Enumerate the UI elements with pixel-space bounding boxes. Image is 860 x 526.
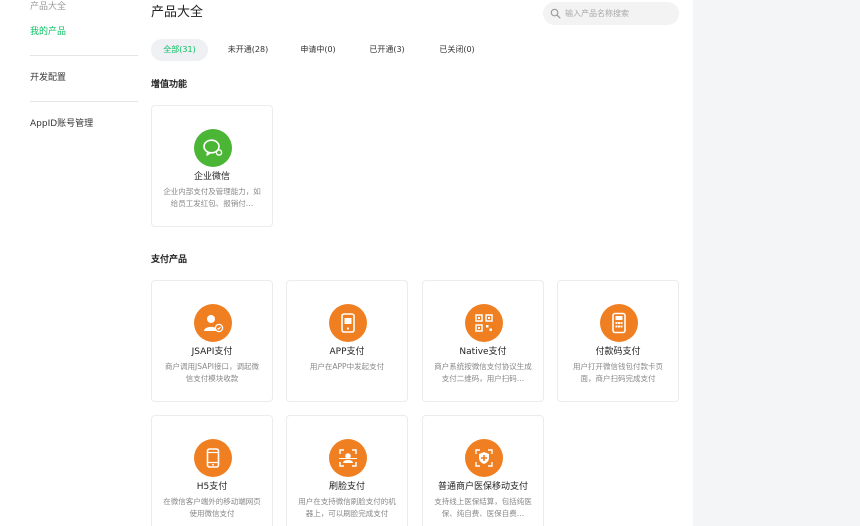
product-card-desc: 用户在APP中发起支付 [309, 362, 385, 371]
search-box[interactable] [543, 2, 679, 25]
medical-shield-icon [465, 439, 503, 477]
tab-closed[interactable]: 已关闭(0) [432, 39, 482, 61]
page-background [693, 0, 860, 526]
product-card-jsapi[interactable]: JSAPI支付 商户调用JSAPI接口，调起微信支付模块收款 [151, 280, 273, 402]
product-card-app[interactable]: APP支付 用户在APP中发起支付 [286, 280, 408, 402]
wecom-icon [194, 129, 232, 167]
tab-not-activated[interactable]: 未开通(28) [220, 39, 276, 61]
product-card-desc: 在微信客户端外的移动端网页使用微信支付 [163, 497, 261, 518]
product-card-name: Native支付 [459, 347, 507, 357]
search-input[interactable] [565, 9, 665, 18]
sidebar-divider [30, 101, 138, 102]
app-pay-icon [329, 304, 367, 342]
sidebar-divider [30, 55, 138, 56]
product-card-name: 普通商户医保移动支付 [437, 482, 528, 492]
tab-applying[interactable]: 申请中(0) [293, 39, 343, 61]
product-card-wecom[interactable]: 企业微信 企业内部支付及管理能力，如给员工发红包、报销付… [151, 105, 273, 227]
product-card-name: H5支付 [196, 482, 228, 492]
section-title-payment: 支付产品 [151, 255, 188, 265]
sidebar-item-appid-management[interactable]: AppID账号管理 [30, 118, 93, 130]
sidebar-item-product-catalog[interactable]: 产品大全 [30, 1, 66, 13]
product-card-desc: 用户打开微信钱包付款卡页面，商户扫码完成支付 [573, 362, 663, 383]
tab-all[interactable]: 全部(31) [151, 39, 208, 61]
section-title-value-added: 增值功能 [151, 80, 188, 90]
page-title: 产品大全 [151, 5, 204, 20]
product-card-name: 付款码支付 [595, 347, 641, 357]
sidebar-item-my-products[interactable]: 我的产品 [30, 26, 66, 38]
product-card-desc: 用户在支持微信刷脸支付的机器上，可以刷脸完成支付 [298, 497, 396, 518]
sidebar: 产品大全 我的产品 开发配置 AppID账号管理 [0, 0, 138, 526]
mobile-icon [194, 439, 232, 477]
product-card-medical-insurance[interactable]: 普通商户医保移动支付 支持线上医保结算，包括纯医保、纯自费、医保自费… [422, 415, 544, 526]
jsapi-pay-icon [194, 304, 232, 342]
product-card-desc: 商户系统按微信支付协议生成支付二维码，用户扫码… [434, 362, 532, 383]
pos-terminal-icon [600, 304, 638, 342]
product-card-desc: 支持线上医保结算，包括纯医保、纯自费、医保自费… [434, 497, 532, 518]
product-card-payment-code[interactable]: 付款码支付 用户打开微信钱包付款卡页面，商户扫码完成支付 [557, 280, 679, 402]
tab-activated[interactable]: 已开通(3) [362, 39, 412, 61]
qrcode-icon [465, 304, 503, 342]
product-card-name: 刷脸支付 [328, 482, 365, 492]
product-card-face-pay[interactable]: 刷脸支付 用户在支持微信刷脸支付的机器上，可以刷脸完成支付 [286, 415, 408, 526]
main-content: 产品大全 全部(31) 未开通(28) 申请中(0) 已开通(3) 已关闭(0)… [138, 0, 693, 526]
search-icon [550, 8, 561, 19]
face-scan-icon [329, 439, 367, 477]
product-card-native[interactable]: Native支付 商户系统按微信支付协议生成支付二维码，用户扫码… [422, 280, 544, 402]
product-card-h5[interactable]: H5支付 在微信客户端外的移动端网页使用微信支付 [151, 415, 273, 526]
sidebar-item-dev-config[interactable]: 开发配置 [30, 72, 66, 84]
product-card-name: 企业微信 [193, 172, 230, 182]
product-card-desc: 商户调用JSAPI接口，调起微信支付模块收款 [165, 362, 259, 383]
product-card-name: APP支付 [329, 347, 365, 357]
product-card-name: JSAPI支付 [191, 347, 233, 357]
product-card-desc: 企业内部支付及管理能力，如给员工发红包、报销付… [163, 187, 261, 208]
